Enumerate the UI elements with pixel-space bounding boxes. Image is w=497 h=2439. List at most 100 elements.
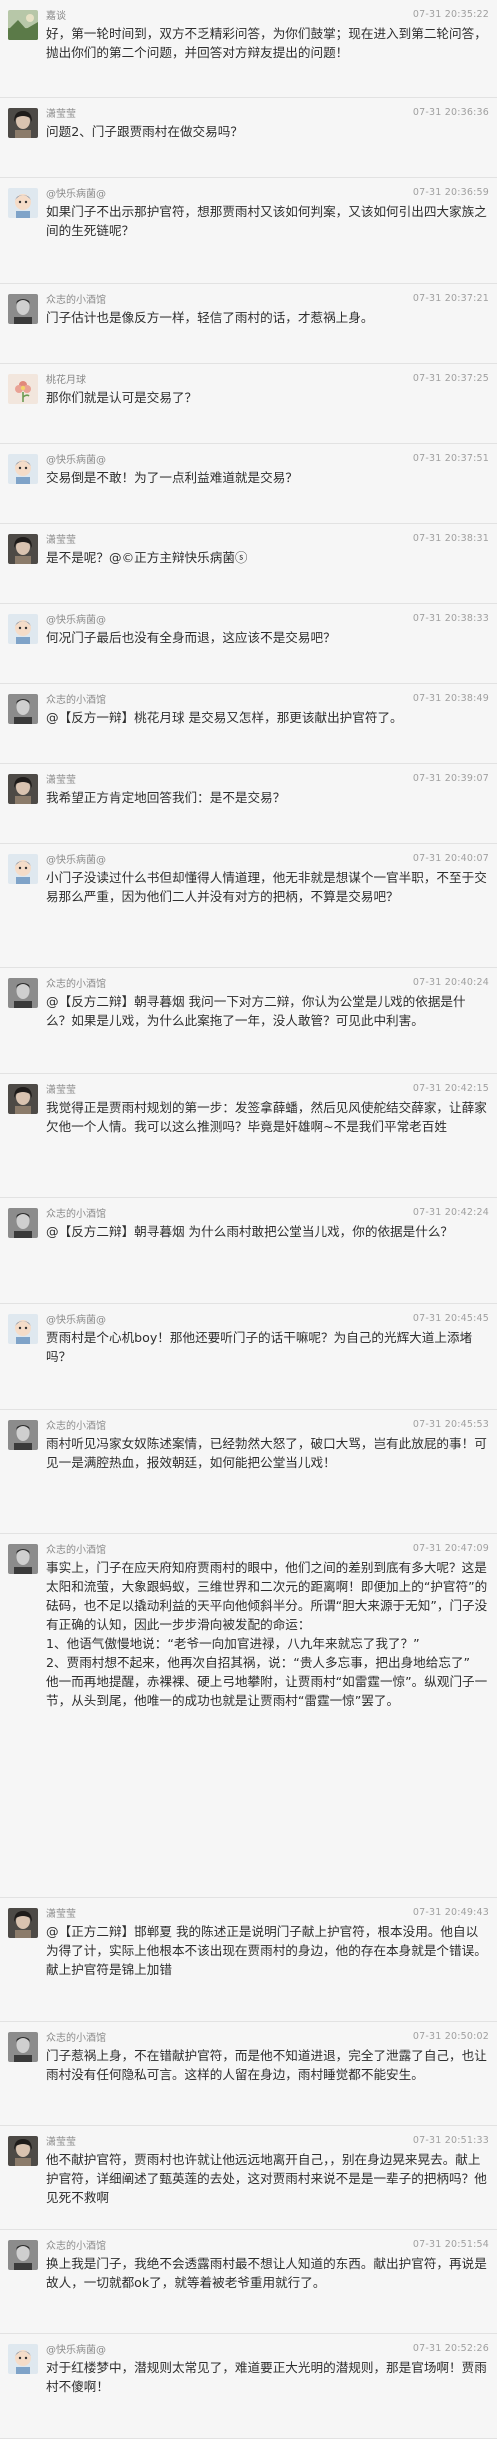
message-text: 对于红楼梦中，潜规则太常见了，难道要正大光明的潜规则，那是官场啊！贾雨村不傻啊！ (46, 2360, 487, 2394)
sender-name[interactable]: @快乐病菌@ (46, 851, 106, 866)
message-timestamp: 07-31 20:38:49 (412, 692, 489, 704)
avatar-man[interactable] (8, 694, 38, 724)
message-item: 潇莹莹 07-31 20:42:15 我觉得正是贾雨村规划的第一步：发签拿薛蟠，然后… (0, 1074, 497, 1198)
message-item: 众志的小酒馆 07-31 20:47:09 事实上，门子在应天府知府贾雨村的眼中，他… (0, 1534, 497, 1898)
message-meta: 潇莹莹 07-31 20:36:36 (46, 104, 489, 120)
message-timestamp: 07-31 20:37:25 (412, 372, 489, 384)
avatar-girl[interactable] (8, 108, 38, 138)
message-item: 桃花月球 07-31 20:37:25 那你们就是认可是交易了？ (0, 364, 497, 444)
avatar-cartoon[interactable] (8, 1314, 38, 1344)
sender-name[interactable]: 众志的小酒馆 (46, 1417, 106, 1432)
avatar-girl[interactable] (8, 774, 38, 804)
avatar-cartoon[interactable] (8, 614, 38, 644)
avatar-man[interactable] (8, 1420, 38, 1450)
message-text: 事实上，门子在应天府知府贾雨村的眼中，他们之间的差别到底有多大呢？这是太阳和流萤… (46, 1560, 488, 1708)
message-text: 换上我是门子，我绝不会透露雨村最不想让人知道的东西。献出护官符，再说是故人，一切… (46, 2256, 487, 2290)
sender-name[interactable]: 众志的小酒馆 (46, 2029, 106, 2044)
message-timestamp: 07-31 20:40:07 (412, 852, 489, 864)
message-meta: 众志的小酒馆 07-31 20:38:49 (46, 690, 489, 706)
sender-name[interactable]: 潇莹莹 (46, 1905, 76, 1920)
message-meta: 潇莹莹 07-31 20:38:31 (46, 530, 489, 546)
message-timestamp: 07-31 20:39:07 (412, 772, 489, 784)
message-item: 潇莹莹 07-31 20:38:31 是不是呢？@©正方主辩快乐病菌ⓢ (0, 524, 497, 604)
avatar-cartoon[interactable] (8, 854, 38, 884)
sender-name[interactable]: @快乐病菌@ (46, 611, 106, 626)
message-text: 门子惹祸上身，不在错献护官符，而是他不知道进退，完全了泄露了自己，也让雨村没有任… (46, 2048, 487, 2082)
avatar-girl[interactable] (8, 1084, 38, 1114)
sender-name[interactable]: 众志的小酒馆 (46, 975, 106, 990)
message-item: 众志的小酒馆 07-31 20:37:21 门子估计也是像反方一样，轻信了雨村的话，… (0, 284, 497, 364)
avatar-girl[interactable] (8, 534, 38, 564)
message-item: 众志的小酒馆 07-31 20:50:02 门子惹祸上身，不在错献护官符，而是他不知… (0, 2022, 497, 2126)
sender-name[interactable]: @快乐病菌@ (46, 1311, 106, 1326)
sender-name[interactable]: 潇莹莹 (46, 105, 76, 120)
message-timestamp: 07-31 20:42:24 (412, 1206, 489, 1218)
message-meta: 众志的小酒馆 07-31 20:50:02 (46, 2028, 489, 2044)
sender-name[interactable]: 众志的小酒馆 (46, 691, 106, 706)
sender-name[interactable]: 潇莹莹 (46, 1081, 76, 1096)
message-timestamp: 07-31 20:42:15 (412, 1082, 489, 1094)
sender-name[interactable]: @快乐病菌@ (46, 185, 106, 200)
sender-name[interactable]: @快乐病菌@ (46, 451, 106, 466)
avatar-cartoon[interactable] (8, 454, 38, 484)
sender-name[interactable]: 嘉谈 (46, 7, 66, 22)
message-item: 众志的小酒馆 07-31 20:40:24 @【反方二辩】朝寻暮烟 我问一下对方二辩… (0, 968, 497, 1074)
message-text: 何况门子最后也没有全身而退，这应该不是交易吧？ (46, 630, 336, 645)
message-text: 门子估计也是像反方一样，轻信了雨村的话，才惹祸上身。 (46, 310, 374, 325)
message-timestamp: 07-31 20:50:02 (412, 2030, 489, 2042)
message-meta: 众志的小酒馆 07-31 20:42:24 (46, 1204, 489, 1220)
message-text: 雨村听见冯家女奴陈述案情，已经勃然大怒了，破口大骂，岂有此放屁的事！可见一是满腔… (46, 1436, 487, 1470)
avatar-man[interactable] (8, 978, 38, 1008)
message-meta: @快乐病菌@ 07-31 20:38:33 (46, 610, 489, 626)
message-meta: 众志的小酒馆 07-31 20:47:09 (46, 1540, 489, 1556)
message-text: 小门子没读过什么书但却懂得人情道理，他无非就是想谋个一官半职，不至于交易那么严重… (46, 870, 487, 904)
message-timestamp: 07-31 20:47:09 (412, 1542, 489, 1554)
avatar-cartoon[interactable] (8, 2344, 38, 2374)
message-meta: @快乐病菌@ 07-31 20:37:51 (46, 450, 489, 466)
sender-name[interactable]: 潇莹莹 (46, 531, 76, 546)
message-timestamp: 07-31 20:40:24 (412, 976, 489, 988)
message-text: @【正方二辩】邯郸夏 我的陈述正是说明门子献上护官符，根本没用。他自以为得了计，… (46, 1924, 487, 1977)
message-text: @【反方二辩】朝寻暮烟 我问一下对方二辩，你认为公堂是儿戏的依据是什么？如果是儿… (46, 994, 466, 1028)
message-timestamp: 07-31 20:45:53 (412, 1418, 489, 1430)
avatar-flower[interactable] (8, 374, 38, 404)
sender-name[interactable]: 众志的小酒馆 (46, 2237, 106, 2252)
avatar-man[interactable] (8, 2240, 38, 2270)
message-text: @【反方一辩】桃花月球 是交易又怎样，那更该献出护官符了。 (46, 710, 403, 725)
message-meta: @快乐病菌@ 07-31 20:52:26 (46, 2340, 489, 2356)
message-meta: 潇莹莹 07-31 20:39:07 (46, 770, 489, 786)
message-text: @【反方二辩】朝寻暮烟 为什么雨村敢把公堂当儿戏，你的依据是什么？ (46, 1224, 454, 1239)
message-item: 潇莹莹 07-31 20:39:07 我希望正方肯定地回答我们：是不是交易？ (0, 764, 497, 844)
sender-name[interactable]: 潇莹莹 (46, 2133, 76, 2148)
sender-name[interactable]: @快乐病菌@ (46, 2341, 106, 2356)
avatar-man[interactable] (8, 294, 38, 324)
chat-log: 嘉谈 07-31 20:35:22 好，第一轮时间到，双方不乏精彩问答，为你们鼓掌；… (0, 0, 497, 2439)
avatar-man[interactable] (8, 1544, 38, 1574)
message-item: 众志的小酒馆 07-31 20:45:53 雨村听见冯家女奴陈述案情，已经勃然大怒了… (0, 1410, 497, 1534)
message-item: @快乐病菌@ 07-31 20:37:51 交易倒是不敢！为了一点利益难道就是交易？ (0, 444, 497, 524)
message-meta: 众志的小酒馆 07-31 20:45:53 (46, 1416, 489, 1432)
message-item: @快乐病菌@ 07-31 20:36:59 如果门子不出示那护官符，想那贾雨村又该如… (0, 178, 497, 284)
sender-name[interactable]: 众志的小酒馆 (46, 1205, 106, 1220)
message-meta: 潇莹莹 07-31 20:51:33 (46, 2132, 489, 2148)
message-item: @快乐病菌@ 07-31 20:40:07 小门子没读过什么书但却懂得人情道理，他无… (0, 844, 497, 968)
avatar-man[interactable] (8, 2032, 38, 2062)
sender-name[interactable]: 众志的小酒馆 (46, 1541, 106, 1556)
sender-name[interactable]: 众志的小酒馆 (46, 291, 106, 306)
avatar-girl[interactable] (8, 2136, 38, 2166)
avatar-girl[interactable] (8, 1908, 38, 1938)
message-timestamp: 07-31 20:45:45 (412, 1312, 489, 1324)
message-timestamp: 07-31 20:36:36 (412, 106, 489, 118)
sender-name[interactable]: 潇莹莹 (46, 771, 76, 786)
avatar-scenery[interactable] (8, 10, 38, 40)
message-timestamp: 07-31 20:52:26 (412, 2342, 489, 2354)
message-meta: 众志的小酒馆 07-31 20:37:21 (46, 290, 489, 306)
message-item: 嘉谈 07-31 20:35:22 好，第一轮时间到，双方不乏精彩问答，为你们鼓掌；… (0, 0, 497, 98)
avatar-cartoon[interactable] (8, 188, 38, 218)
sender-name[interactable]: 桃花月球 (46, 371, 86, 386)
message-item: 众志的小酒馆 07-31 20:51:54 换上我是门子，我绝不会透露雨村最不想让人… (0, 2230, 497, 2334)
message-meta: @快乐病菌@ 07-31 20:36:59 (46, 184, 489, 200)
avatar-man[interactable] (8, 1208, 38, 1238)
message-meta: @快乐病菌@ 07-31 20:40:07 (46, 850, 489, 866)
message-meta: 潇莹莹 07-31 20:42:15 (46, 1080, 489, 1096)
